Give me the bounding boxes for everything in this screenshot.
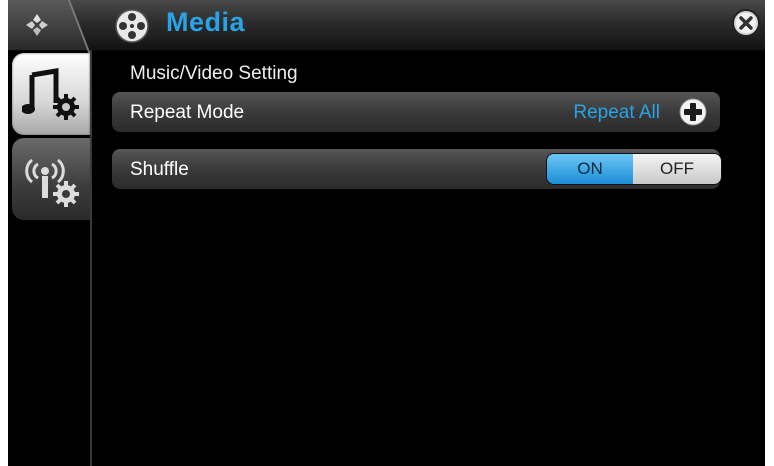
shuffle-off-button[interactable]: OFF — [633, 154, 721, 184]
shuffle-label: Shuffle — [130, 159, 189, 180]
section-title: Music/Video Setting — [130, 63, 298, 84]
side-tab-panel — [8, 50, 92, 466]
tab-wireless-settings[interactable] — [12, 138, 90, 220]
shuffle-row: Shuffle ON OFF — [112, 149, 722, 189]
top-bar: Media — [8, 0, 765, 54]
plus-icon[interactable] — [678, 97, 708, 127]
shuffle-toggle[interactable]: ON OFF — [546, 153, 722, 185]
tab-music-video-settings[interactable] — [12, 53, 90, 135]
wireless-settings-icon — [25, 158, 79, 207]
repeat-mode-row[interactable]: Repeat Mode Repeat All — [112, 92, 720, 132]
music-settings-icon — [22, 68, 79, 120]
page-title: Media — [166, 7, 246, 37]
home-tab[interactable] — [8, 0, 88, 50]
shuffle-on-button[interactable]: ON — [547, 154, 633, 184]
device-screen: Media Music/Video Setting Repeat Mode Re… — [8, 0, 765, 466]
close-icon[interactable] — [731, 8, 761, 38]
repeat-mode-value[interactable]: Repeat All — [573, 102, 660, 124]
repeat-mode-label: Repeat Mode — [130, 102, 245, 123]
home-icon[interactable] — [24, 12, 50, 38]
film-reel-icon — [115, 9, 149, 43]
